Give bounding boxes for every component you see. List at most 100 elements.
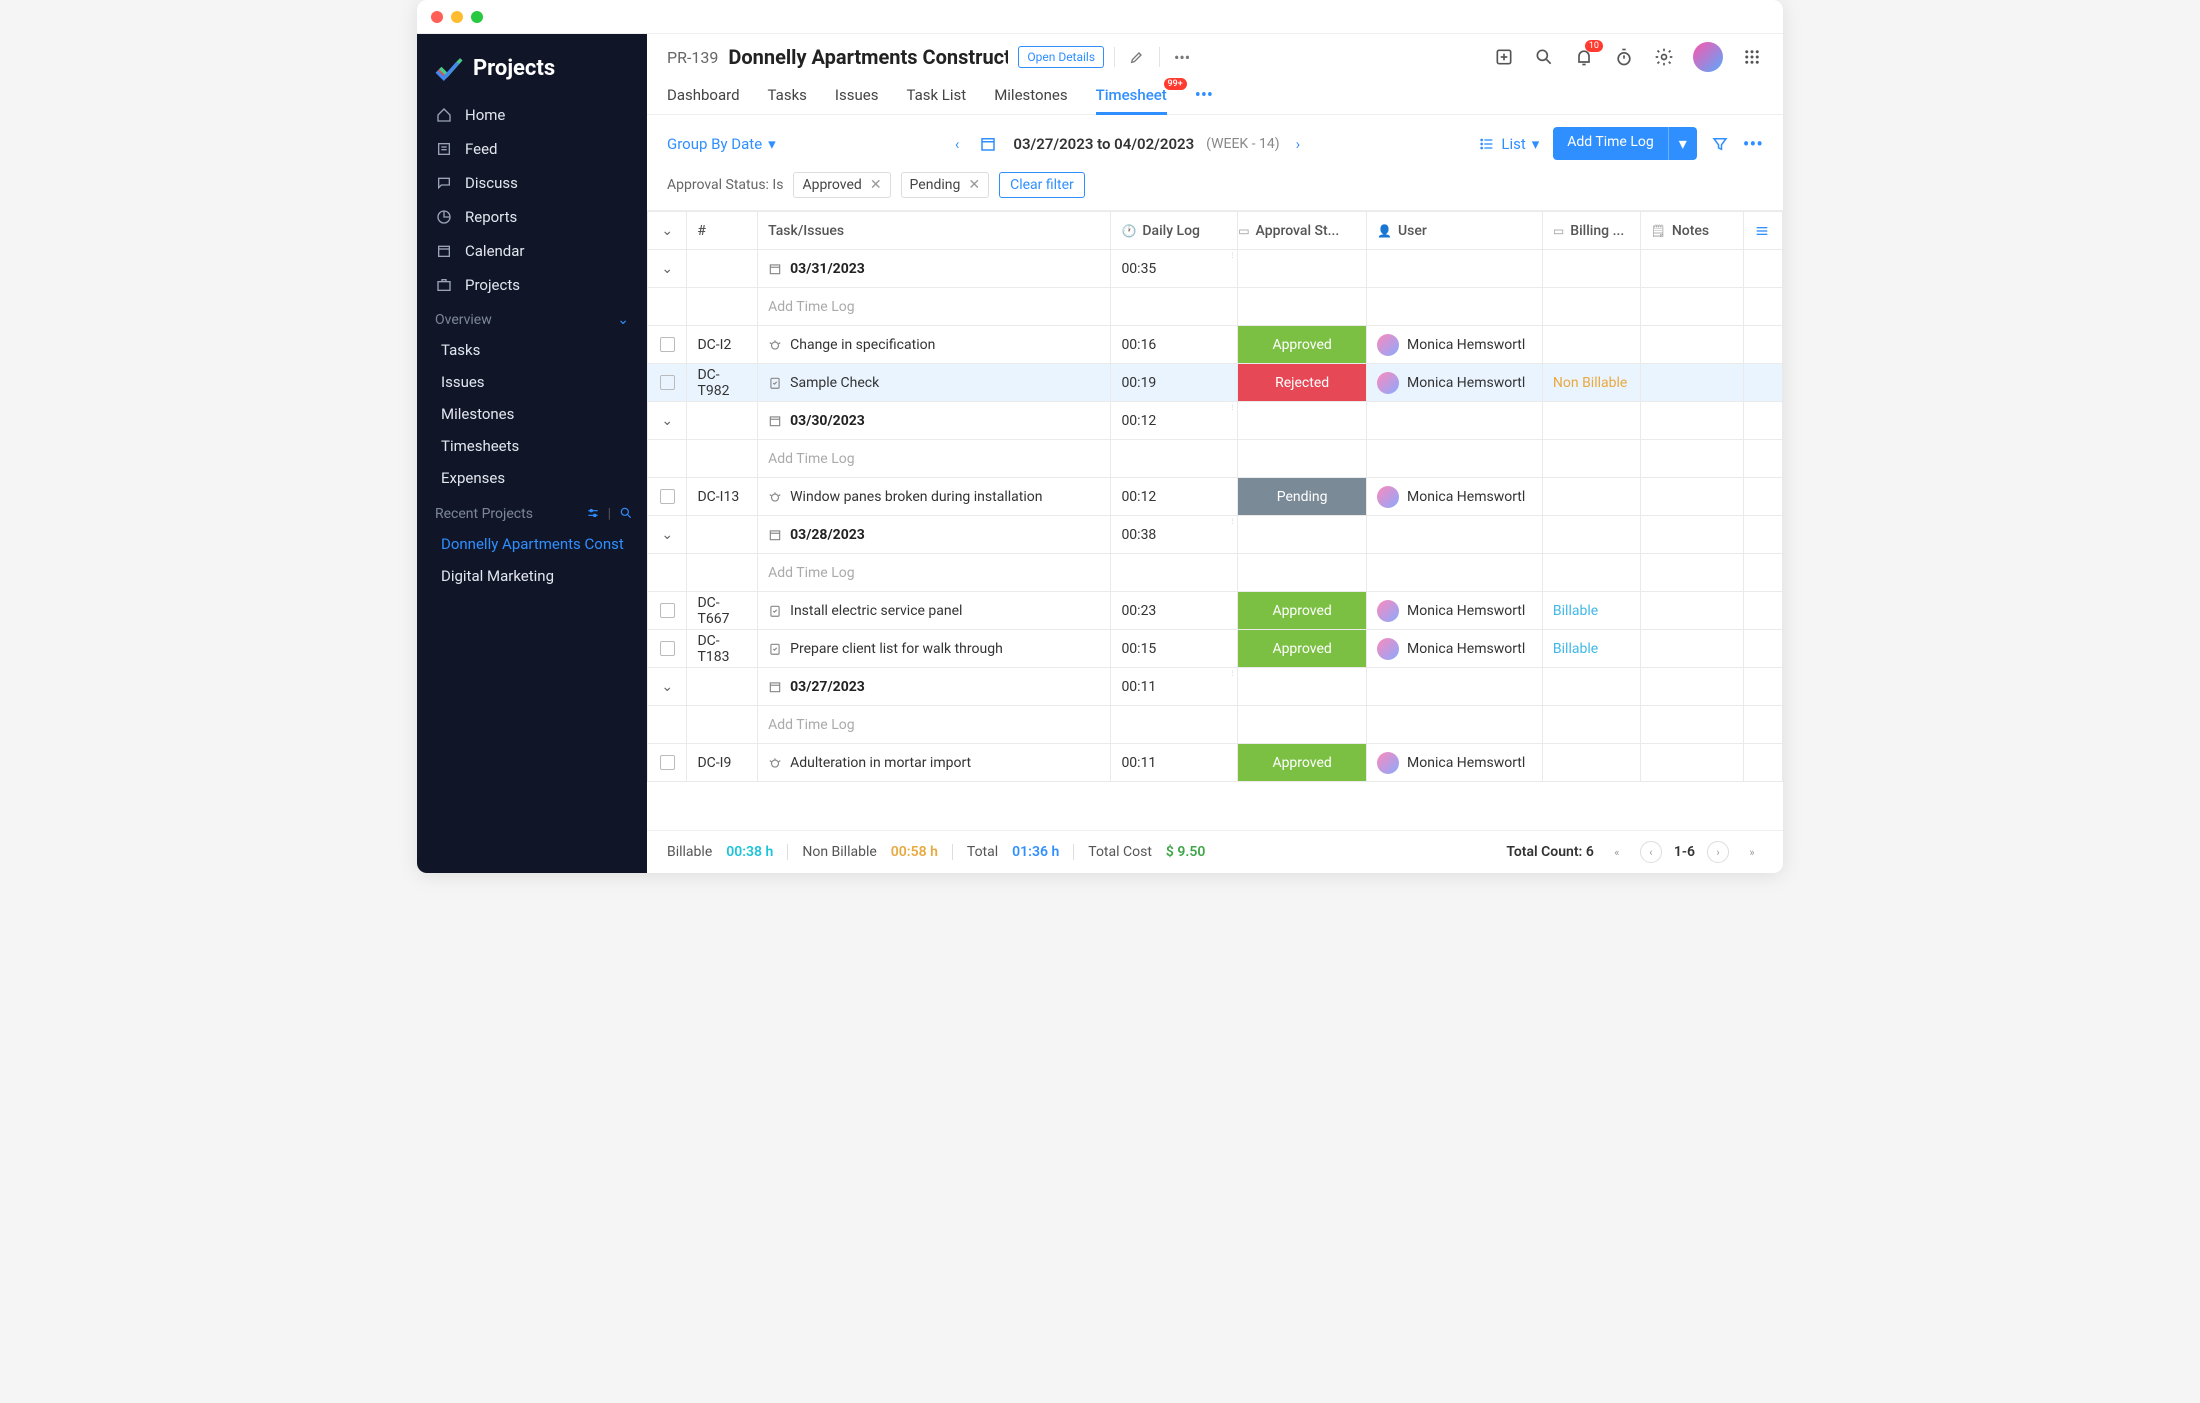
add-time-log-row[interactable]: Add Time Log [648,440,1783,478]
row-notes [1640,364,1744,402]
row-notes [1640,478,1744,516]
nav-label: Projects [465,276,520,294]
row-title[interactable]: Change in specification [758,326,1111,364]
add-time-log-row[interactable]: Add Time Log [648,706,1783,744]
add-log-cell[interactable]: Add Time Log [758,706,1111,744]
group-toggle[interactable]: ⌄ [648,516,687,554]
row-title[interactable]: Adulteration in mortar import [758,744,1111,782]
cost-value: $ 9.50 [1166,844,1205,860]
more-icon[interactable]: ••• [1743,132,1763,156]
close-window-icon[interactable] [431,11,443,23]
group-toggle[interactable]: ⌄ [648,402,687,440]
avatar[interactable] [1693,42,1723,72]
more-icon[interactable]: ••• [1170,45,1194,69]
page-last-button[interactable]: » [1741,841,1763,863]
group-toggle[interactable]: ⌄ [648,668,687,706]
row-title[interactable]: Prepare client list for walk through [758,630,1111,668]
filter-icon[interactable] [1711,135,1729,153]
remove-chip-icon[interactable]: ✕ [968,177,980,193]
tab-timesheet[interactable]: Timesheet 99+ [1096,76,1167,114]
page-prev-button[interactable]: ‹ [1640,841,1662,863]
col-approval: ▭Approval St... [1238,212,1367,250]
table-row[interactable]: DC-I2 Change in specification 00:16 Appr… [648,326,1783,364]
table-row[interactable]: DC-I9 Adulteration in mortar import 00:1… [648,744,1783,782]
row-title[interactable]: Install electric service panel [758,592,1111,630]
add-time-log-button[interactable]: Add Time Log [1553,127,1667,160]
recent-project-item[interactable]: Digital Marketing [417,560,647,592]
row-title[interactable]: Window panes broken during installation [758,478,1111,516]
nav-projects[interactable]: Projects [417,268,647,302]
row-notes [1640,326,1744,364]
prev-week-button[interactable]: ‹ [951,131,964,157]
tabs-more-icon[interactable]: ••• [1195,85,1213,106]
tab-issues[interactable]: Issues [835,76,879,114]
sidebar-item-milestones[interactable]: Milestones [417,398,647,430]
table-row[interactable]: DC-T667 Install electric service panel 0… [648,592,1783,630]
group-by-dropdown[interactable]: Group By Date ▾ [667,135,776,153]
table-row[interactable]: DC-I13 Window panes broken during instal… [648,478,1783,516]
tab-milestones[interactable]: Milestones [994,76,1067,114]
apps-icon[interactable] [1741,46,1763,68]
table-row[interactable]: DC-T982 Sample Check 00:19 Rejected Moni… [648,364,1783,402]
add-log-cell[interactable]: Add Time Log [758,288,1111,326]
nav-discuss[interactable]: Discuss [417,166,647,200]
overview-section-header[interactable]: Overview ⌄ [417,302,647,334]
sidebar-item-issues[interactable]: Issues [417,366,647,398]
add-time-log-row[interactable]: Add Time Log [648,288,1783,326]
row-checkbox[interactable] [648,478,687,516]
add-time-log-dropdown[interactable]: ▾ [1668,127,1697,160]
divider [1073,844,1074,860]
sidebar-item-timesheets[interactable]: Timesheets [417,430,647,462]
add-log-cell[interactable]: Add Time Log [758,440,1111,478]
page-first-button[interactable]: « [1606,841,1628,863]
row-checkbox[interactable] [648,744,687,782]
search-icon[interactable] [619,506,633,522]
bell-icon[interactable]: 10 [1573,46,1595,68]
settings-icon[interactable] [586,506,600,522]
tab-task-list[interactable]: Task List [906,76,966,114]
date-range: 03/27/2023 to 04/02/2023 [1013,135,1194,153]
remove-chip-icon[interactable]: ✕ [870,177,882,193]
add-icon[interactable] [1493,46,1515,68]
notification-badge: 10 [1585,40,1603,52]
nav-reports[interactable]: Reports [417,200,647,234]
chip-label: Pending [910,177,961,193]
page-next-button[interactable]: › [1707,841,1729,863]
nav-feed[interactable]: Feed [417,132,647,166]
edit-icon[interactable] [1125,45,1149,69]
group-toggle[interactable]: ⌄ [648,250,687,288]
minimize-window-icon[interactable] [451,11,463,23]
chip-label: Approved [802,177,861,193]
table-row[interactable]: DC-T183 Prepare client list for walk thr… [648,630,1783,668]
sidebar-item-tasks[interactable]: Tasks [417,334,647,366]
recent-project-item[interactable]: Donnelly Apartments Const [417,528,647,560]
col-config[interactable] [1744,212,1783,250]
collapse-all-header[interactable]: ⌄ [648,212,687,250]
tab-tasks[interactable]: Tasks [768,76,807,114]
gear-icon[interactable] [1653,46,1675,68]
calendar-picker-icon[interactable] [975,131,1001,157]
tab-dashboard[interactable]: Dashboard [667,76,740,114]
row-checkbox[interactable] [648,326,687,364]
nav-home[interactable]: Home [417,98,647,132]
tab-badge: 99+ [1164,78,1187,90]
row-checkbox[interactable] [648,592,687,630]
sidebar-item-expenses[interactable]: Expenses [417,462,647,494]
next-week-button[interactable]: › [1292,131,1305,157]
add-log-cell[interactable]: Add Time Log [758,554,1111,592]
search-icon[interactable] [1533,46,1555,68]
row-title[interactable]: Sample Check [758,364,1111,402]
maximize-window-icon[interactable] [471,11,483,23]
notes-icon: 🗒 [1651,224,1666,238]
row-user: Monica Hemswortl [1367,478,1543,516]
row-id: DC-I9 [687,744,758,782]
row-checkbox[interactable] [648,364,687,402]
stopwatch-icon[interactable] [1613,46,1635,68]
row-id: DC-I2 [687,326,758,364]
clear-filter-button[interactable]: Clear filter [999,172,1085,198]
open-details-button[interactable]: Open Details [1018,46,1104,68]
nav-calendar[interactable]: Calendar [417,234,647,268]
view-toggle[interactable]: List ▾ [1479,135,1539,153]
add-time-log-row[interactable]: Add Time Log [648,554,1783,592]
row-checkbox[interactable] [648,630,687,668]
